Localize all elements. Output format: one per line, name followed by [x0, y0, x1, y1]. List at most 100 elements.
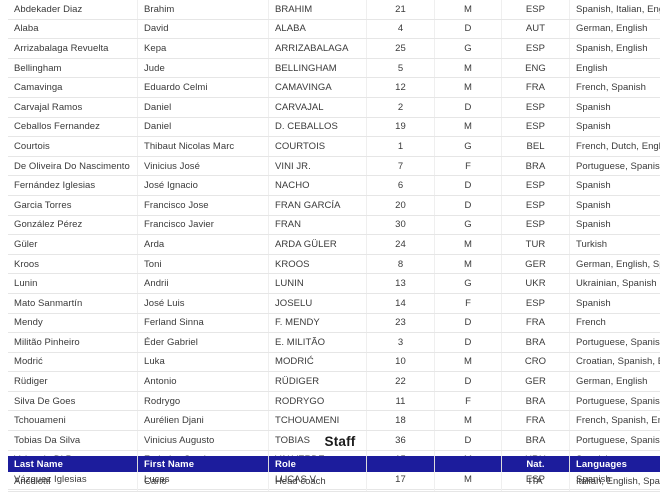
table-row[interactable]: KroosToniKROOS8MGERGerman, English, Span…: [8, 254, 660, 275]
staff-header-blank-2[interactable]: [434, 456, 502, 472]
player-last-name: Garcia Torres: [8, 195, 138, 216]
player-position: M: [434, 0, 502, 20]
player-languages: Ukrainian, Spanish: [569, 273, 660, 294]
player-number: 19: [366, 117, 435, 138]
table-row[interactable]: Abdekader Diaz Brahim BRAHIM 21 M ESP Spanish,…: [8, 0, 660, 20]
player-first-name: Jude: [137, 58, 269, 79]
player-nationality: GER: [501, 254, 570, 275]
player-number: 21: [366, 0, 435, 20]
player-first-name: Daniel: [137, 117, 269, 138]
player-position: M: [434, 254, 502, 275]
table-row[interactable]: Rüdiger Antonio RÜDIGER 22 D GER German, Engli…: [8, 371, 660, 392]
player-position: M: [434, 234, 502, 255]
squad-page: Abdekader Diaz Brahim BRAHIM 21 M ESP Spanish,…: [0, 0, 660, 504]
table-row[interactable]: Tchouameni Aurélien Djani TCHOUAMENI 18 M FRA…: [8, 410, 660, 432]
table-row[interactable]: De Oliveira Do Nascimento Vinicius José VI…: [8, 156, 660, 177]
player-languages: French, Dutch, English, Spanish: [569, 136, 660, 157]
player-languages: Spanish: [569, 215, 660, 236]
player-last-name: Ceballos Fernandez: [8, 117, 138, 138]
player-last-name: González Pérez: [8, 215, 138, 236]
player-nationality: FRA: [501, 77, 570, 98]
player-nationality: GER: [501, 371, 570, 392]
player-last-name: Modrić: [8, 352, 138, 373]
roster-table-container: Abdekader Diaz Brahim BRAHIM 21 M ESP Spanish,…: [8, 0, 660, 490]
staff-section-title: Staff: [324, 434, 356, 449]
player-languages: Spanish, English: [569, 38, 660, 59]
staff-header-first-name[interactable]: First Name: [137, 456, 269, 472]
player-first-name: Daniel: [137, 97, 269, 118]
staff-role: Head coach: [268, 472, 367, 492]
table-row[interactable]: Silva De Goes Rodrygo RODRYGO 11 F BRA Portugu…: [8, 391, 660, 412]
table-row[interactable]: Militão Pinheiro Éder Gabriel E. MILITÃO 3 D…: [8, 332, 660, 353]
player-nationality: FRA: [501, 313, 570, 334]
player-first-name: Andrii: [137, 273, 269, 294]
player-last-name: Mendy: [8, 313, 138, 334]
staff-header-nationality[interactable]: Nat.: [501, 456, 570, 472]
staff-header-last-name[interactable]: Last Name: [8, 456, 138, 472]
player-last-name: Arrizabalaga Revuelta: [8, 38, 138, 59]
player-first-name: Toni: [137, 254, 269, 275]
staff-header-role[interactable]: Role: [268, 456, 367, 472]
player-short-name: VINI JR.: [268, 156, 367, 177]
table-row[interactable]: Ceballos Fernandez Daniel D. CEBALLOS 19 M ES…: [8, 117, 660, 138]
player-number: 24: [366, 234, 435, 255]
player-position: M: [434, 58, 502, 79]
table-row[interactable]: González Pérez Francisco Javier FRAN 30 G ESP…: [8, 215, 660, 236]
table-row[interactable]: Arrizabalaga Revuelta Kepa ARRIZABALAGA 25 G…: [8, 38, 660, 59]
player-languages: French: [569, 313, 660, 334]
table-row[interactable]: Lunin Andrii LUNIN 13 G UKR Ukrainian, Spanish: [8, 273, 660, 294]
table-row[interactable]: Mato Sanmartín José Luis JOSELU 14 F ESP Spani…: [8, 293, 660, 314]
player-number: 20: [366, 195, 435, 216]
table-row[interactable]: Bellingham Jude BELLINGHAM 5 M ENG English: [8, 58, 660, 79]
staff-blank-2: [434, 472, 502, 492]
player-nationality: ESP: [501, 38, 570, 59]
player-first-name: Éder Gabriel: [137, 332, 269, 353]
player-languages: French, Spanish, English: [569, 410, 660, 432]
player-short-name: D. CEBALLOS: [268, 117, 367, 138]
player-position: D: [434, 19, 502, 40]
player-first-name: Francisco Jose: [137, 195, 269, 216]
player-first-name: Ferland Sinna: [137, 313, 269, 334]
player-languages: Spanish: [569, 293, 660, 314]
player-last-name: Courtois: [8, 136, 138, 157]
player-nationality: ESP: [501, 293, 570, 314]
player-number: 22: [366, 371, 435, 392]
table-row[interactable]: Güler Arda ARDA GÜLER 24 M TUR Turkish: [8, 234, 660, 255]
player-position: D: [434, 195, 502, 216]
player-last-name: Abdekader Diaz: [8, 0, 138, 20]
table-row[interactable]: Fernández Iglesias José Ignacio NACHO 6 D ESP…: [8, 175, 660, 196]
staff-header-blank-1[interactable]: [366, 456, 435, 472]
player-languages: German, English: [569, 371, 660, 392]
staff-table-container: Last Name First Name Role Nat. Languages…: [8, 456, 660, 492]
table-row[interactable]: Camavinga Eduardo Celmi CAMAVINGA 12 M FRA Fre…: [8, 77, 660, 98]
table-row[interactable]: Modrić Luka MODRIĆ 10 M CRO Croatian, Spanish,…: [8, 352, 660, 373]
player-languages: Portuguese, Spanish: [569, 156, 660, 177]
table-row[interactable]: Mendy Ferland Sinna F. MENDY 23 D FRA French: [8, 313, 660, 334]
player-short-name: LUNIN: [268, 273, 367, 294]
player-number: 8: [366, 254, 435, 275]
player-nationality: CRO: [501, 352, 570, 373]
table-row[interactable]: Courtois Thibaut Nicolas Marc COURTOIS 1 G BE…: [8, 136, 660, 157]
table-row[interactable]: Carvajal Ramos Daniel CARVAJAL 2 D ESP Spanish: [8, 97, 660, 118]
table-row[interactable]: Alaba David ALABA 4 D AUT German, English: [8, 19, 660, 40]
player-position: M: [434, 117, 502, 138]
player-nationality: FRA: [501, 410, 570, 432]
player-last-name: Alaba: [8, 19, 138, 40]
table-row[interactable]: Ancelotti Carlo Head coach ITA Italian, Engl…: [8, 472, 660, 492]
player-languages: Spanish: [569, 97, 660, 118]
player-position: D: [434, 175, 502, 196]
staff-blank-1: [366, 472, 435, 492]
player-position: F: [434, 293, 502, 314]
staff-table-head: Last Name First Name Role Nat. Languages: [8, 456, 660, 472]
player-nationality: BEL: [501, 136, 570, 157]
player-last-name: Rüdiger: [8, 371, 138, 392]
player-position: D: [434, 371, 502, 392]
player-number: 5: [366, 58, 435, 79]
staff-header-languages[interactable]: Languages: [569, 456, 660, 472]
table-row[interactable]: Garcia Torres Francisco Jose FRAN GARCÍA 20…: [8, 195, 660, 216]
player-short-name: KROOS: [268, 254, 367, 275]
player-nationality: ESP: [501, 175, 570, 196]
player-short-name: JOSELU: [268, 293, 367, 314]
player-nationality: ENG: [501, 58, 570, 79]
staff-last-name: Ancelotti: [8, 472, 138, 492]
